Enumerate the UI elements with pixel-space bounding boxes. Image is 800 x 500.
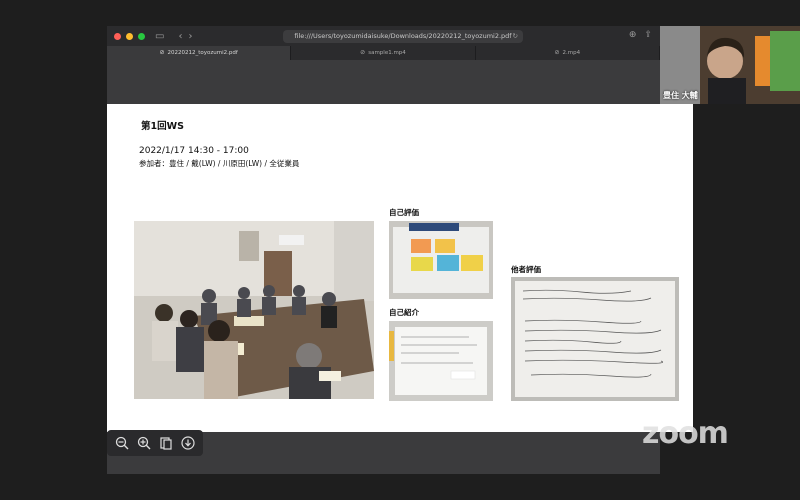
tab-bar: ⊘ 20220212_toyozumi2.pdf ⊘ sample1.mp4 ⊘ 2.… <box>107 46 660 60</box>
label-self-introduction: 自己紹介 <box>389 308 419 317</box>
screen-share-stage: ▭ ‹ › file:///Users/toyozumidaisuke/Down… <box>0 0 800 500</box>
toolbar-right: ⊕ ⇪ <box>629 30 652 40</box>
slide-datetime: 2022/1/17 14:30 - 17:00 <box>139 146 249 156</box>
slide-participants: 参加者：豊住 / 戴(LW) / 川原田(LW) / 全従業員 <box>139 159 300 168</box>
pdf-zoom-controls <box>107 430 203 456</box>
download-icon[interactable] <box>180 435 196 451</box>
url-text: file:///Users/toyozumidaisuke/Downloads/… <box>294 32 512 40</box>
minimize-window-button[interactable] <box>126 32 133 40</box>
copy-page-icon[interactable] <box>158 435 174 451</box>
document-icon: ⊘ <box>159 49 165 56</box>
label-self-evaluation: 自己評価 <box>389 208 419 217</box>
back-icon[interactable]: ‹ <box>178 31 182 42</box>
peer-evaluation-photo <box>511 277 679 401</box>
browser-window: ▭ ‹ › file:///Users/toyozumidaisuke/Down… <box>107 26 693 474</box>
reload-icon[interactable]: ↻ <box>513 30 518 43</box>
tab-sample1[interactable]: ⊘ sample1.mp4 <box>291 46 476 60</box>
document-icon: ⊘ <box>360 49 366 56</box>
self-introduction-photo <box>389 321 493 401</box>
tab-video2[interactable]: ⊘ 2.mp4 <box>476 46 660 60</box>
zoom-logo: zoom <box>642 416 729 451</box>
participant-name: 豊住 大輔 <box>663 91 698 100</box>
document-icon: ⊘ <box>554 49 560 56</box>
url-bar[interactable]: file:///Users/toyozumidaisuke/Downloads/… <box>283 30 523 43</box>
pdf-page: 第1回WS 2022/1/17 14:30 - 17:00 参加者：豊住 / 戴… <box>107 104 693 432</box>
close-window-button[interactable] <box>114 32 121 40</box>
tab-label: 20220212_toyozumi2.pdf <box>167 50 238 56</box>
workshop-photo <box>134 221 374 399</box>
tab-label: sample1.mp4 <box>368 50 406 56</box>
zoom-out-icon[interactable] <box>114 435 130 451</box>
forward-icon[interactable]: › <box>188 31 192 42</box>
tab-label: 2.mp4 <box>562 50 581 56</box>
sidebar-toggle-icon[interactable]: ▭ <box>155 31 164 42</box>
tab-pdf[interactable]: ⊘ 20220212_toyozumi2.pdf <box>107 46 292 60</box>
download-icon[interactable]: ⊕ <box>629 30 637 40</box>
participant-video-tile[interactable]: 豊住 大輔 <box>660 26 800 104</box>
share-icon[interactable]: ⇪ <box>644 30 652 40</box>
self-evaluation-photo <box>389 221 493 299</box>
zoom-in-icon[interactable] <box>136 435 152 451</box>
maximize-window-button[interactable] <box>138 32 145 40</box>
label-peer-evaluation: 他者評価 <box>511 265 541 274</box>
browser-titlebar: ▭ ‹ › file:///Users/toyozumidaisuke/Down… <box>107 26 660 46</box>
window-controls <box>114 32 145 40</box>
slide-title: 第1回WS <box>141 121 184 132</box>
